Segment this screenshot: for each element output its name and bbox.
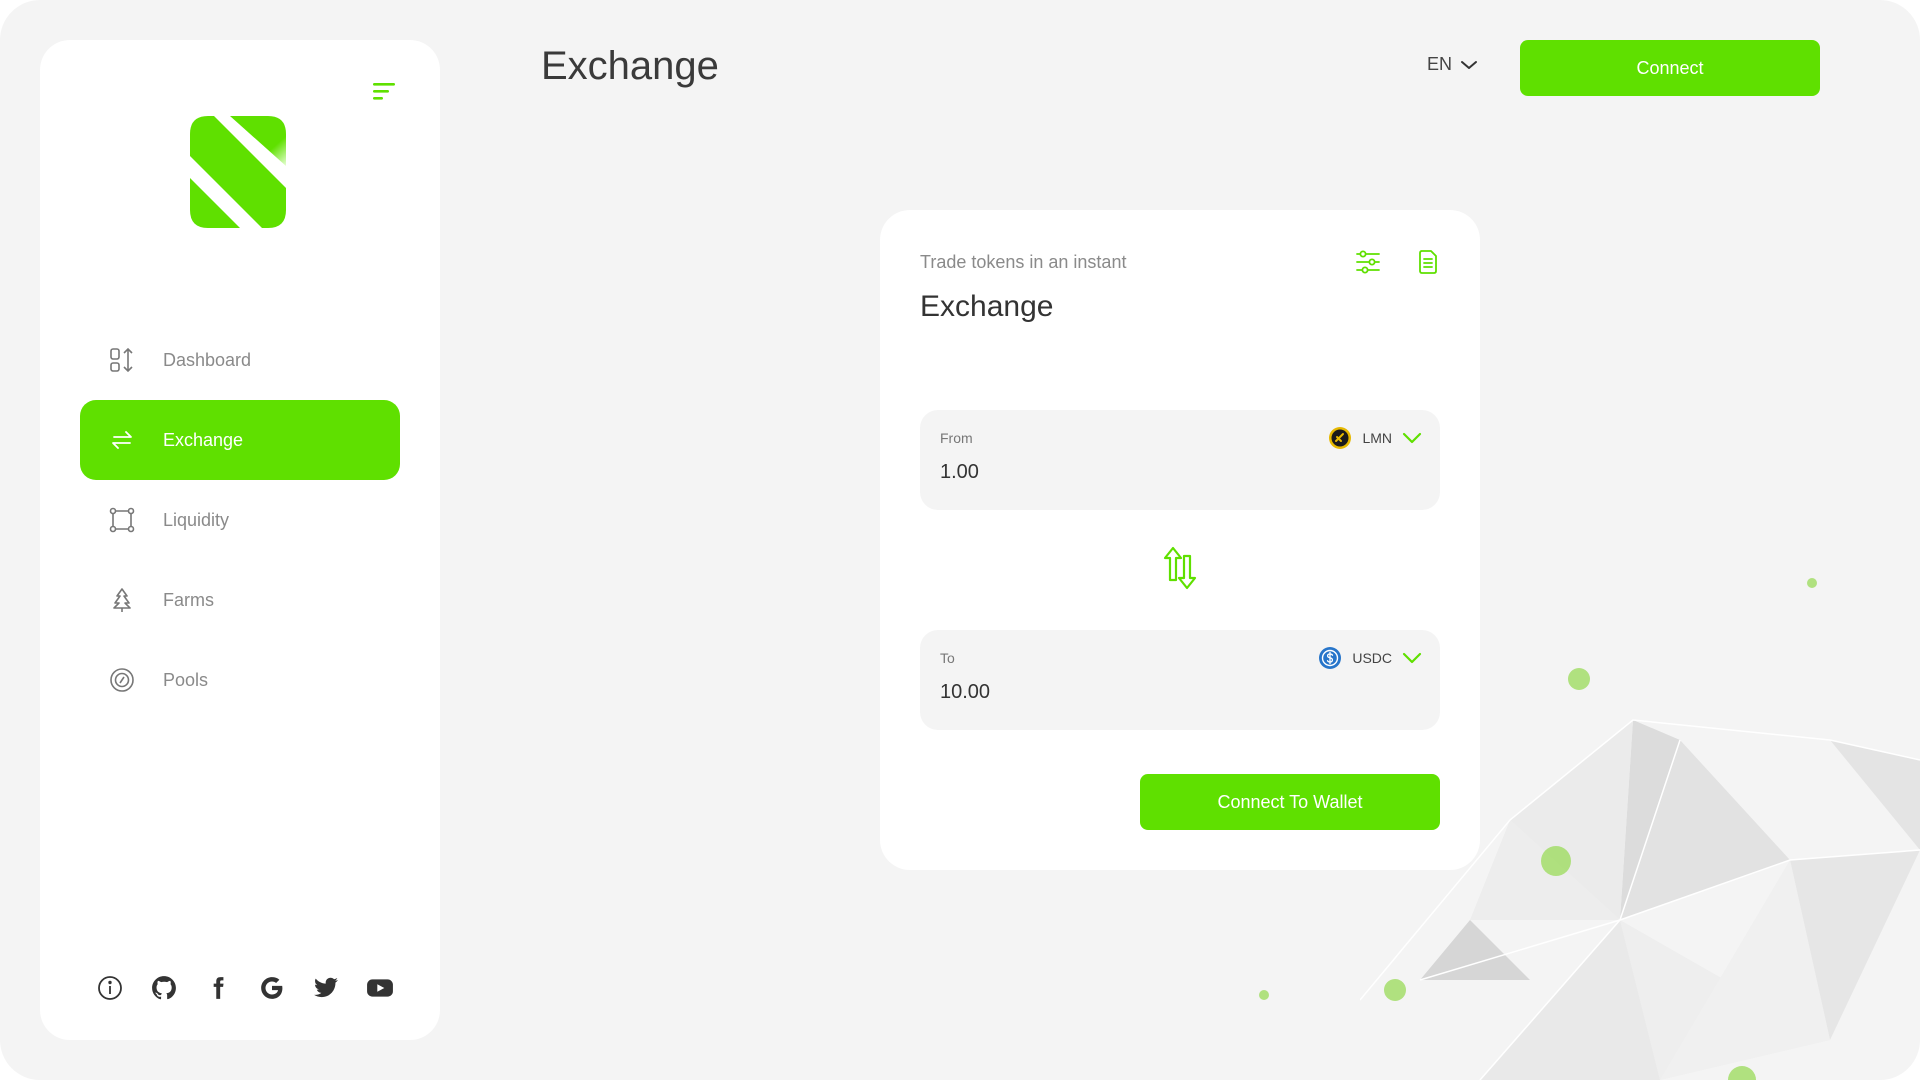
pool-icon <box>108 666 136 694</box>
swap-direction-icon[interactable] <box>1162 546 1198 590</box>
history-document-icon[interactable] <box>1414 248 1442 276</box>
exchange-card: Trade tokens in an instant Exchange From <box>880 210 1480 870</box>
app-frame: Dashboard Exchange Liquidity Farms Pools… <box>0 0 1920 1080</box>
liquidity-icon <box>108 506 136 534</box>
usdc-coin-icon <box>1319 647 1342 669</box>
to-label: To <box>940 650 955 666</box>
chevron-down-icon <box>1461 60 1478 69</box>
from-token-symbol: LMN <box>1362 430 1392 446</box>
from-token-select[interactable]: LMN <box>1328 426 1422 450</box>
from-amount-input[interactable] <box>940 456 1240 488</box>
chevron-down-icon <box>1402 652 1422 664</box>
settings-sliders-icon[interactable] <box>1354 248 1382 276</box>
sidebar-item-liquidity[interactable]: Liquidity <box>80 480 400 560</box>
decor-dot <box>1259 990 1269 1000</box>
from-token-box: From LMN <box>920 410 1440 510</box>
decor-dot <box>1568 668 1590 690</box>
menu-toggle-icon[interactable] <box>370 76 400 106</box>
sidebar-nav: Dashboard Exchange Liquidity Farms Pools <box>80 320 400 720</box>
language-label: EN <box>1427 54 1453 74</box>
social-links <box>96 974 394 1002</box>
info-icon[interactable] <box>96 974 124 1002</box>
google-icon[interactable] <box>258 974 286 1002</box>
decor-dot <box>1541 846 1571 876</box>
sidebar-item-label: Exchange <box>163 429 244 450</box>
sidebar-item-label: Pools <box>163 669 209 690</box>
sidebar-item-dashboard[interactable]: Dashboard <box>80 320 400 400</box>
card-subtitle: Trade tokens in an instant <box>920 252 1127 272</box>
facebook-icon[interactable] <box>204 974 232 1002</box>
to-token-select[interactable]: USDC <box>1318 646 1422 670</box>
youtube-icon[interactable] <box>366 974 394 1002</box>
card-title: Exchange <box>920 290 1054 323</box>
twitter-icon[interactable] <box>312 974 340 1002</box>
language-selector[interactable]: EN <box>1427 54 1478 75</box>
to-token-symbol: USDC <box>1352 650 1392 666</box>
sidebar-item-exchange[interactable]: Exchange <box>80 400 400 480</box>
chevron-down-icon <box>1402 432 1422 444</box>
github-icon[interactable] <box>150 974 178 1002</box>
logo <box>190 116 286 228</box>
connect-button[interactable]: Connect <box>1520 40 1820 96</box>
sidebar: Dashboard Exchange Liquidity Farms Pools <box>40 40 440 1040</box>
sidebar-item-pools[interactable]: Pools <box>80 640 400 720</box>
tree-icon <box>108 586 136 614</box>
sidebar-item-label: Farms <box>163 589 214 610</box>
connect-wallet-button[interactable]: Connect To Wallet <box>1140 774 1440 830</box>
to-token-box: To USDC <box>920 630 1440 730</box>
to-amount-input[interactable] <box>940 676 1240 708</box>
sidebar-item-farms[interactable]: Farms <box>80 560 400 640</box>
decor-dot <box>1807 578 1817 588</box>
dashboard-icon <box>108 346 136 374</box>
from-label: From <box>940 430 973 446</box>
decor-dot <box>1384 979 1406 1001</box>
exchange-icon <box>108 426 136 454</box>
card-tools <box>1354 248 1442 276</box>
lmn-coin-icon <box>1329 427 1352 449</box>
page-title: Exchange <box>541 44 719 88</box>
sidebar-item-label: Liquidity <box>163 509 230 530</box>
sidebar-item-label: Dashboard <box>163 349 252 370</box>
